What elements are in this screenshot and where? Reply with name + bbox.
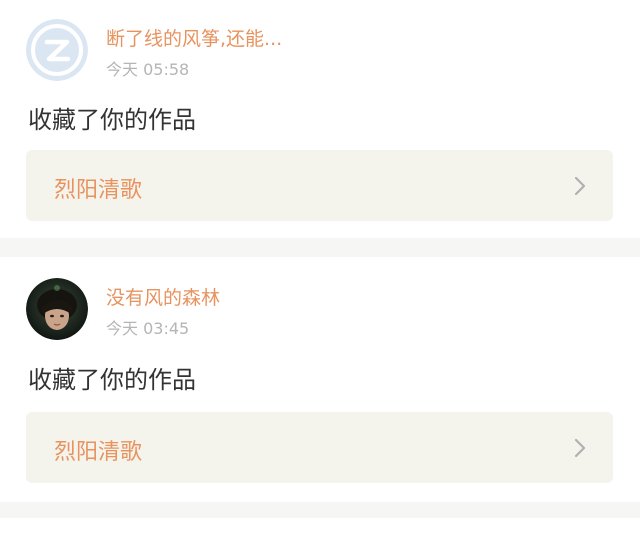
timestamp: 今天 05:58 <box>106 60 190 79</box>
notification-feed: 断了线的风筝,还能... 今天 05:58 收藏了你的作品 烈阳清歌 没有风的森… <box>0 0 640 537</box>
chevron-right-icon <box>574 438 586 458</box>
avatar[interactable] <box>26 19 88 81</box>
notification-item: 断了线的风筝,还能... 今天 05:58 收藏了你的作品 烈阳清歌 <box>0 0 640 238</box>
work-title: 烈阳清歌 <box>54 440 143 465</box>
username-link[interactable]: 断了线的风筝,还能... <box>106 24 282 51</box>
work-link[interactable]: 烈阳清歌 <box>26 412 613 483</box>
timestamp: 今天 03:45 <box>106 319 190 338</box>
work-link[interactable]: 烈阳清歌 <box>26 150 613 221</box>
chevron-right-icon <box>574 176 586 196</box>
separator <box>0 502 640 518</box>
work-title: 烈阳清歌 <box>54 178 143 203</box>
notification-item: 没有风的森林 今天 03:45 收藏了你的作品 烈阳清歌 <box>0 257 640 502</box>
action-text: 收藏了你的作品 <box>28 106 196 134</box>
default-z-avatar-icon <box>26 19 88 81</box>
user-photo-avatar <box>26 278 88 340</box>
avatar[interactable] <box>26 278 88 340</box>
separator <box>0 238 640 257</box>
username-link[interactable]: 没有风的森林 <box>106 283 220 310</box>
action-text: 收藏了你的作品 <box>28 366 196 394</box>
